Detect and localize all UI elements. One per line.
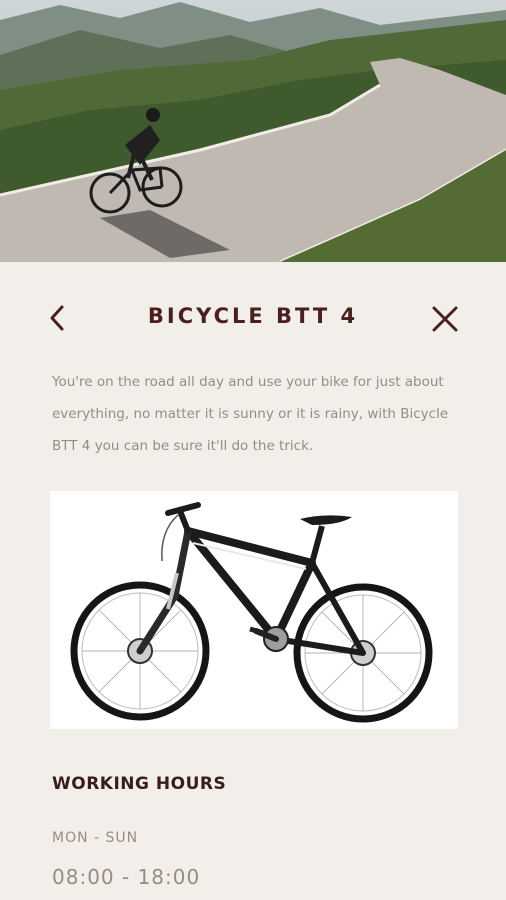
detail-panel: BICYCLE BTT 4 You're on the road all day… — [0, 262, 506, 900]
hero-image — [0, 0, 506, 262]
description: You're on the road all day and use your … — [52, 374, 449, 454]
working-time: 08:00 - 18:00 — [52, 865, 201, 889]
product-image — [50, 491, 458, 729]
close-icon[interactable] — [430, 304, 460, 334]
working-days: MON - SUN — [52, 830, 139, 846]
working-hours-title: WORKING HOURS — [52, 774, 227, 794]
title-bar: BICYCLE BTT 4 — [0, 302, 506, 334]
